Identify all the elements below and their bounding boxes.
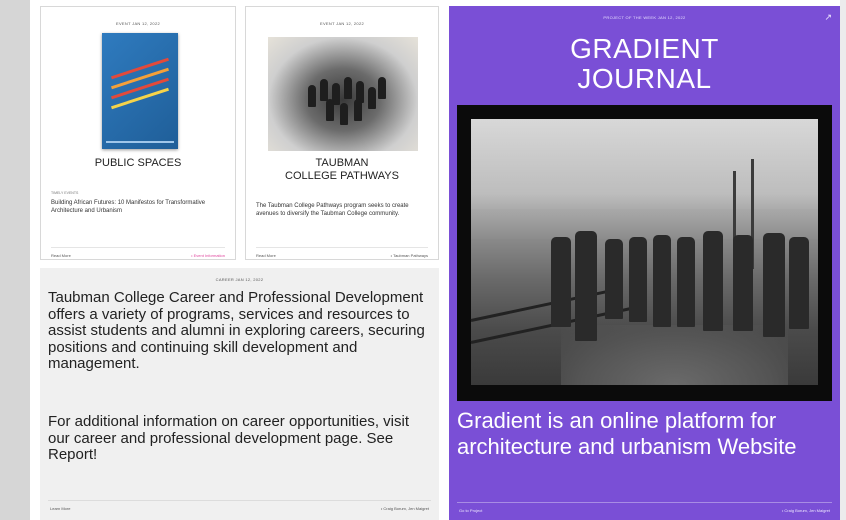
right-gutter	[840, 0, 846, 520]
read-more-link[interactable]: Read More	[51, 253, 71, 258]
card-title: PUBLIC SPACES	[94, 157, 182, 169]
book-cover-image[interactable]	[102, 33, 178, 149]
learn-more-link[interactable]: Learn More	[50, 506, 70, 511]
journal-description: Gradient is an online platform for archi…	[457, 408, 797, 459]
card-title-line1: TAUBMAN	[315, 157, 369, 169]
historic-workers-photo[interactable]	[470, 119, 818, 385]
gradient-journal-panel[interactable]: PROJECT OF THE WEEK JAN 12, 2022 ↗ GRADI…	[449, 6, 840, 520]
journal-date: PROJECT OF THE WEEK JAN 12, 2022	[603, 15, 686, 20]
go-to-project-link[interactable]: Go to Project	[459, 508, 482, 513]
journal-footer: Go to Project • Craig Borum, Jen Maigret	[457, 502, 832, 514]
event-information-link[interactable]: • Event Information	[191, 253, 225, 258]
share-icon[interactable]: ↗	[824, 12, 832, 23]
card-title: TAUBMAN COLLEGE PATHWAYS	[246, 157, 438, 183]
group-photo-image[interactable]	[268, 37, 418, 151]
read-more-link[interactable]: Read More	[256, 253, 276, 258]
careers-paragraph-1: Taubman College Career and Professional …	[48, 289, 425, 372]
card-description: Building African Futures: 10 Manifestos …	[51, 200, 206, 214]
authors-link[interactable]: • Craig Borum, Jen Maigret	[381, 506, 429, 511]
card-category: TIMELY EVENTS	[51, 191, 79, 195]
card-footer: Read More • Taubman Pathways	[256, 247, 428, 258]
card-date: EVENT JAN 12, 2022	[319, 21, 364, 26]
journal-title: GRADIENT JOURNAL	[449, 34, 840, 94]
careers-footer: Learn More • Craig Borum, Jen Maigret	[48, 500, 431, 512]
journal-title-line2: JOURNAL	[577, 63, 712, 94]
left-gutter	[0, 0, 30, 520]
card-public-spaces[interactable]: EVENT JAN 12, 2022 PUBLIC SPACES TIMELY …	[40, 6, 236, 260]
journal-photo-frame	[457, 105, 832, 401]
taubman-pathways-link[interactable]: • Taubman Pathways	[391, 253, 428, 258]
authors-link[interactable]: • Craig Borum, Jen Maigret	[782, 508, 830, 513]
card-footer: Read More • Event Information	[51, 247, 225, 258]
journal-title-line1: GRADIENT	[570, 33, 719, 64]
card-title-line2: COLLEGE PATHWAYS	[285, 170, 399, 182]
careers-date: CAREER JAN 12, 2022	[215, 277, 264, 282]
careers-paragraph-2: For additional information on career opp…	[48, 413, 410, 463]
careers-panel[interactable]: CAREER JAN 12, 2022 Taubman College Care…	[40, 268, 439, 520]
card-date: EVENT JAN 12, 2022	[115, 21, 160, 26]
card-description: The Taubman College Pathways program see…	[256, 203, 409, 217]
card-taubman-pathways[interactable]: EVENT JAN 12, 2022 TAUBMAN COLLEGE PATHW…	[245, 6, 439, 260]
